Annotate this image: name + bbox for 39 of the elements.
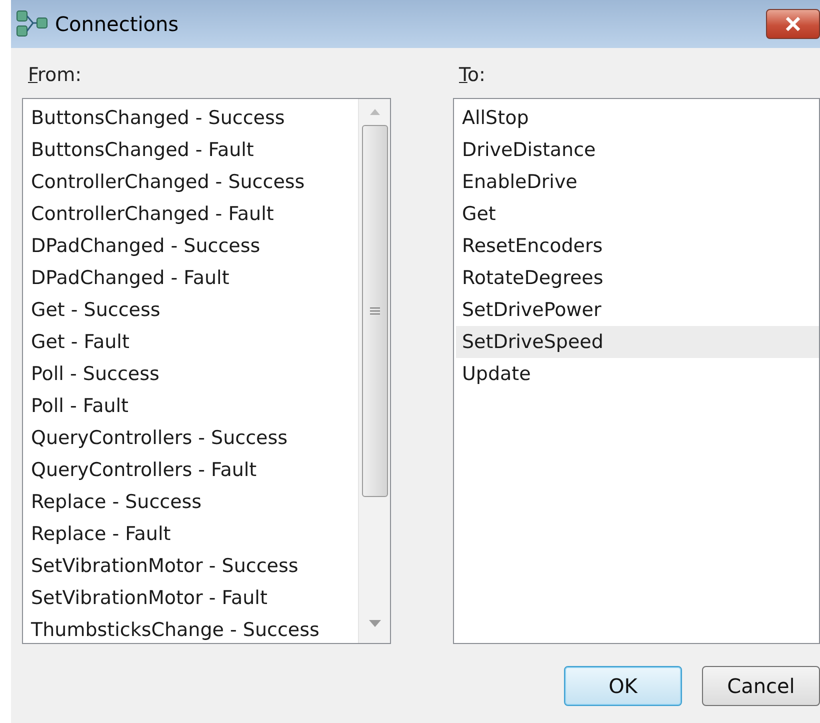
list-item[interactable]: ButtonsChanged - Success	[25, 102, 358, 134]
close-button[interactable]	[766, 9, 820, 39]
list-item[interactable]: Get - Fault	[25, 326, 358, 358]
close-icon	[785, 17, 801, 31]
list-item[interactable]: AllStop	[456, 102, 819, 134]
scroll-thumb[interactable]	[362, 125, 388, 497]
list-item[interactable]: DPadChanged - Success	[25, 230, 358, 262]
cancel-button[interactable]: Cancel	[702, 666, 820, 706]
list-item[interactable]: QueryControllers - Success	[25, 422, 358, 454]
list-item[interactable]: ThumbsticksChange - Success	[25, 614, 358, 646]
window-title: Connections	[55, 11, 179, 38]
list-item[interactable]: SetDriveSpeed	[456, 326, 819, 358]
list-label: To:	[458, 63, 486, 88]
connections-icon	[15, 9, 49, 39]
list-item[interactable]: Get - Success	[25, 294, 358, 326]
scroll-up-icon[interactable]	[370, 109, 380, 115]
list-item[interactable]: Replace - Fault	[25, 518, 358, 550]
list-item[interactable]: DPadChanged - Fault	[25, 262, 358, 294]
list-item[interactable]: SetDrivePower	[456, 294, 819, 326]
list-item[interactable]: QueryControllers - Fault	[25, 454, 358, 486]
list-item[interactable]: ButtonsChanged - Fault	[25, 134, 358, 166]
list-item[interactable]: DriveDistance	[456, 134, 819, 166]
list-item[interactable]: SetVibrationMotor - Success	[25, 550, 358, 582]
grip-icon	[370, 307, 380, 315]
ok-button[interactable]: OK	[564, 666, 682, 706]
scroll-down-icon[interactable]	[368, 620, 380, 627]
list-item[interactable]: ControllerChanged - Fault	[25, 198, 358, 230]
list-item[interactable]: SetVibrationMotor - Fault	[25, 582, 358, 614]
list-item[interactable]: RotateDegrees	[456, 262, 819, 294]
list-item[interactable]: Replace - Success	[25, 486, 358, 518]
list-item[interactable]: ControllerChanged - Success	[25, 166, 358, 198]
scrollbar[interactable]	[358, 99, 390, 643]
list-item[interactable]: Update	[456, 358, 819, 390]
list-item[interactable]: Poll - Success	[25, 358, 358, 390]
list-item[interactable]: EnableDrive	[456, 166, 819, 198]
list-item[interactable]: Poll - Fault	[25, 390, 358, 422]
list-item[interactable]: Get	[456, 198, 819, 230]
list-label: From:	[27, 63, 82, 88]
list-item[interactable]: ResetEncoders	[456, 230, 819, 262]
